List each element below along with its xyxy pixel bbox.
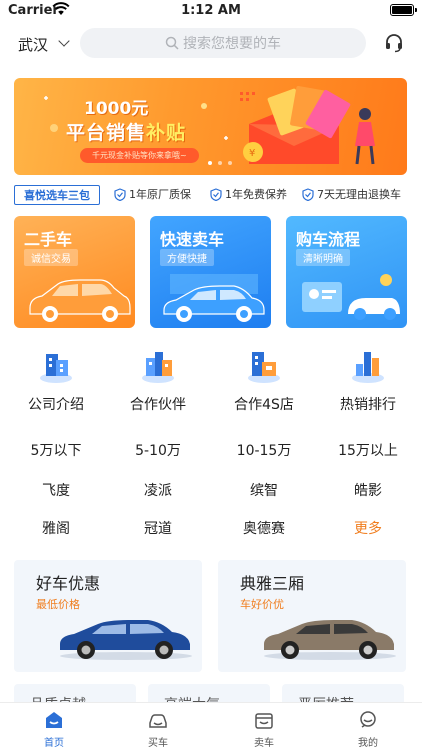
car-icon xyxy=(149,714,167,728)
price-range-row: 5万以下 5-10万 10-15万 15万以上 xyxy=(0,440,422,460)
dealer-store-icon xyxy=(248,352,280,383)
purchase-process-card[interactable]: 购车流程 清晰明确 xyxy=(286,216,407,328)
tab-profile[interactable]: 我的 xyxy=(338,709,398,749)
pagination-dot[interactable] xyxy=(218,161,222,165)
icon-label: 公司介绍 xyxy=(28,397,84,413)
promo-title: 典雅三厢 xyxy=(240,574,305,593)
red-envelope-illustration: ¥ xyxy=(243,86,375,165)
headset-icon[interactable] xyxy=(384,33,404,53)
search-bar[interactable]: 搜索您想要的车 xyxy=(80,28,366,58)
elegant-sedan-card[interactable]: 典雅三厢 车好价优 xyxy=(218,560,406,672)
hot-ranking-item[interactable]: 热销排行 xyxy=(318,344,418,414)
svg-text:¥: ¥ xyxy=(249,148,255,159)
pagination-dot[interactable] xyxy=(208,161,212,165)
model-item[interactable]: 奥德赛 xyxy=(214,518,314,538)
guarantee-badge: 喜悦选车三包 xyxy=(14,185,100,205)
company-intro-item[interactable]: 公司介绍 xyxy=(6,344,106,414)
guarantee-item: 7天无理由退换车 xyxy=(302,186,401,202)
quick-sell-card[interactable]: 快速卖车 方便快捷 xyxy=(150,216,271,328)
shield-check-icon xyxy=(114,187,126,201)
banner-title: 平台销售补贴 xyxy=(66,122,187,144)
battery-icon xyxy=(390,4,417,16)
tab-label: 买车 xyxy=(148,738,168,749)
banner-subtitle: 千元现金补贴等你来拿哦~ xyxy=(80,148,199,163)
guarantee-row: 喜悦选车三包 1年原厂质保 1年免费保养 7天无理由退换车 xyxy=(14,185,407,205)
more-models-link[interactable]: 更多 xyxy=(318,518,418,538)
sedan-car-icon xyxy=(163,274,265,322)
ranking-chart-icon xyxy=(352,352,384,383)
city-selector[interactable]: 武汉 xyxy=(18,34,48,55)
icon-label: 热销排行 xyxy=(340,397,396,413)
icon-label: 合作4S店 xyxy=(234,397,294,413)
card-tag: 清晰明确 xyxy=(296,249,350,266)
model-item[interactable]: 冠道 xyxy=(108,518,208,538)
shield-check-icon xyxy=(302,187,314,201)
price-range-item[interactable]: 5-10万 xyxy=(108,440,208,460)
tab-label: 卖车 xyxy=(254,738,274,749)
status-bar: Carrier 1:12 AM xyxy=(0,0,422,22)
home-icon xyxy=(46,712,62,728)
partner-building-icon xyxy=(142,352,174,383)
guarantee-item: 1年原厂质保 xyxy=(114,186,191,202)
partners-item[interactable]: 合作伙伴 xyxy=(108,344,208,414)
model-item[interactable]: 雅阁 xyxy=(6,518,106,538)
blue-sedan-image xyxy=(60,620,192,660)
tab-buy-car[interactable]: 买车 xyxy=(128,709,188,749)
guarantee-label: 1年免费保养 xyxy=(225,188,287,201)
model-row: 雅阁 冠道 奥德赛 更多 xyxy=(0,518,422,538)
banner-amount: 1000元 xyxy=(84,99,149,119)
clock: 1:12 AM xyxy=(181,3,241,18)
card-title: 快速卖车 xyxy=(160,230,225,249)
card-tag: 方便快捷 xyxy=(160,249,214,266)
icon-label: 合作伙伴 xyxy=(130,397,186,413)
search-icon xyxy=(165,36,179,50)
suv-car-icon xyxy=(29,279,131,322)
price-range-item[interactable]: 10-15万 xyxy=(214,440,314,460)
guarantee-label: 1年原厂质保 xyxy=(129,188,191,201)
card-tag: 诚信交易 xyxy=(24,249,78,266)
pagination-dot[interactable] xyxy=(228,161,232,165)
price-range-item[interactable]: 5万以下 xyxy=(6,440,106,460)
model-item[interactable]: 皓影 xyxy=(318,480,418,500)
process-illustration xyxy=(302,274,400,320)
banner-pagination xyxy=(208,161,232,165)
used-car-card[interactable]: 二手车 诚信交易 xyxy=(14,216,135,328)
dealer-4s-item[interactable]: 合作4S店 xyxy=(214,344,314,414)
promo-title: 好车优惠 xyxy=(36,574,101,593)
tab-home[interactable]: 首页 xyxy=(24,709,84,749)
top-header: 武汉 搜索您想要的车 xyxy=(0,26,422,60)
model-row: 飞度 凌派 缤智 皓影 xyxy=(0,480,422,500)
guarantee-item: 1年免费保养 xyxy=(210,186,287,202)
model-item[interactable]: 飞度 xyxy=(6,480,106,500)
tab-label: 我的 xyxy=(358,738,378,749)
guarantee-label: 7天无理由退换车 xyxy=(317,188,401,201)
promo-banner[interactable]: 1000元 平台销售补贴 千元现金补贴等你来拿哦~ ¥ xyxy=(14,78,407,175)
card-title: 购车流程 xyxy=(296,230,361,249)
sell-box-icon xyxy=(255,713,273,729)
search-placeholder: 搜索您想要的车 xyxy=(183,36,281,52)
tab-label: 首页 xyxy=(44,738,64,749)
feature-icon-row: 公司介绍 合作伙伴 合作4S店 热销排行 xyxy=(0,344,422,414)
bottom-tab-bar: 首页 买车 卖车 我的 xyxy=(0,702,422,750)
silver-sedan-image xyxy=(264,620,396,660)
building-icon xyxy=(40,354,72,383)
model-item[interactable]: 缤智 xyxy=(214,480,314,500)
profile-icon xyxy=(360,711,376,728)
chevron-down-icon[interactable] xyxy=(58,35,70,47)
good-car-deals-card[interactable]: 好车优惠 最低价格 xyxy=(14,560,202,672)
shield-check-icon xyxy=(210,187,222,201)
card-title: 二手车 xyxy=(24,230,73,249)
model-item[interactable]: 凌派 xyxy=(108,480,208,500)
price-range-item[interactable]: 15万以上 xyxy=(318,440,418,460)
tab-sell-car[interactable]: 卖车 xyxy=(234,709,294,749)
